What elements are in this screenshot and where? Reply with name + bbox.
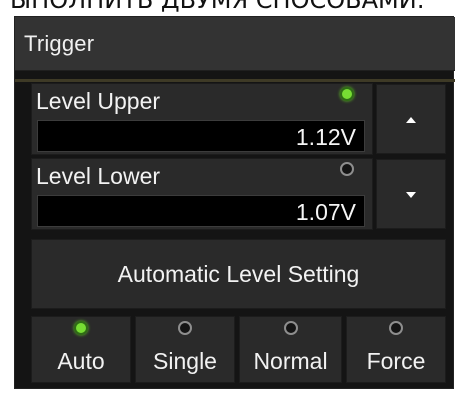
level-lower-indicator-icon <box>340 162 354 176</box>
level-lower-control: Level Lower 1.07V <box>31 158 373 230</box>
mode-single-label: Single <box>153 348 217 374</box>
panel-header: Trigger <box>15 17 455 71</box>
mode-force-label: Force <box>366 348 426 374</box>
cropped-top-caption: ЫПОЛНИТЬ ДВУМЯ СПОСОБАМИ: <box>10 0 425 14</box>
mode-auto-button[interactable]: Auto <box>31 316 131 383</box>
level-lower-label: Level Lower <box>36 163 161 189</box>
level-upper-field[interactable]: 1.12V <box>37 120 365 152</box>
triangle-down-icon <box>406 192 416 198</box>
mode-force-button[interactable]: Force <box>346 316 446 383</box>
header-divider <box>15 79 455 82</box>
automatic-level-setting-label: Automatic Level Setting <box>117 261 360 287</box>
mode-normal-label: Normal <box>253 348 328 374</box>
level-upper-control: Level Upper 1.12V <box>31 83 373 155</box>
level-lower-field[interactable]: 1.07V <box>37 195 365 227</box>
automatic-level-setting-button[interactable]: Automatic Level Setting <box>31 239 446 309</box>
level-down-button[interactable] <box>376 159 446 229</box>
level-upper-label: Level Upper <box>36 88 161 114</box>
mode-normal-indicator-icon <box>283 321 298 335</box>
level-up-button[interactable] <box>376 84 446 154</box>
mode-normal-button[interactable]: Normal <box>239 316 342 383</box>
triangle-up-icon <box>406 117 416 123</box>
level-lower-value: 1.07V <box>295 199 356 225</box>
mode-single-indicator-icon <box>178 321 192 335</box>
trigger-panel: Trigger Level Upper 1.12V Level Lower 1.… <box>14 16 455 389</box>
level-upper-indicator-icon <box>340 87 354 101</box>
panel-title: Trigger <box>24 31 95 56</box>
mode-auto-label: Auto <box>57 348 105 374</box>
mode-auto-indicator-icon <box>74 321 88 335</box>
mode-force-indicator-icon <box>389 321 403 335</box>
level-upper-value: 1.12V <box>295 124 356 150</box>
mode-single-button[interactable]: Single <box>135 316 235 383</box>
